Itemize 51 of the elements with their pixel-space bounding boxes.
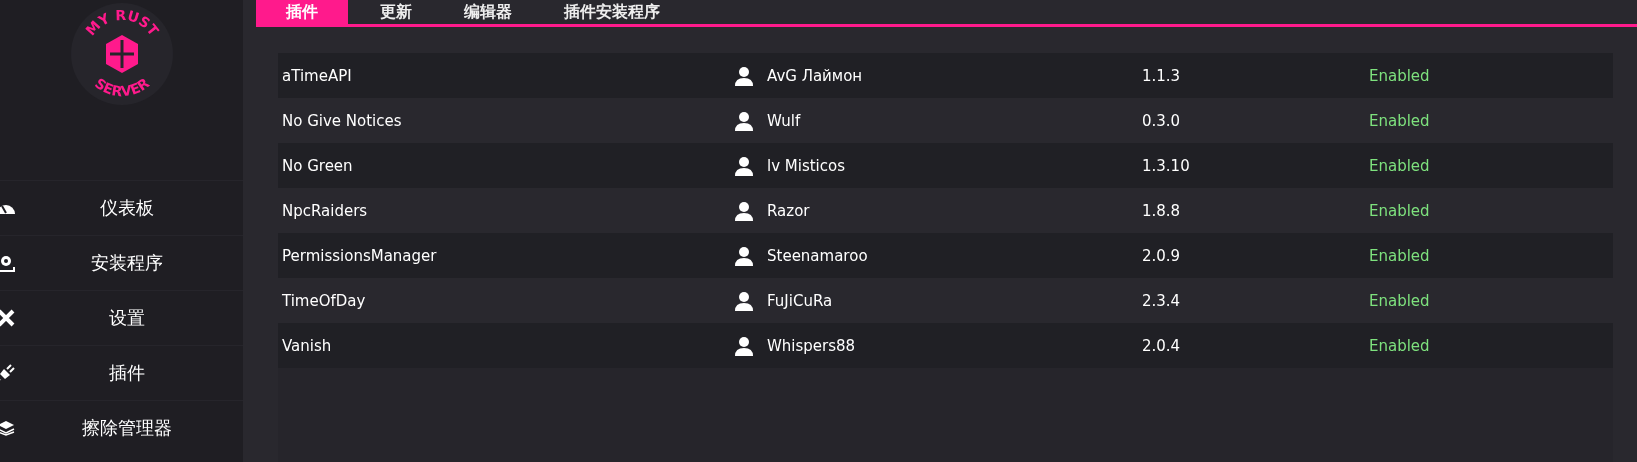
version-text: 2.0.4 <box>1142 336 1182 355</box>
version-text: 1.8.8 <box>1142 201 1182 220</box>
status-text: Enabled <box>1369 66 1430 85</box>
version-text: 2.0.9 <box>1142 246 1182 265</box>
user-icon <box>734 245 754 266</box>
sidebar-item[interactable]: 仪表板 <box>0 180 243 235</box>
plugin-name: aTimeAPI <box>281 66 353 85</box>
user-icon <box>734 200 754 221</box>
status-text: Enabled <box>1369 291 1430 310</box>
author-name: Razor <box>767 201 810 220</box>
sidebar-item[interactable]: 安装程序 <box>0 235 243 290</box>
plugin-name: NpcRaiders <box>281 201 369 220</box>
author-name: AvG Лаймон <box>767 66 863 85</box>
author-name: Whispers88 <box>767 336 856 355</box>
plugin-name: No Give Notices <box>281 111 403 130</box>
user-icon <box>734 155 754 176</box>
plugin-row[interactable]: Vanish Whispers88 2.0.4 Enabled <box>278 323 1613 368</box>
author-name: FuJiCuRa <box>767 291 833 310</box>
user-icon <box>734 110 754 131</box>
tools-icon <box>0 308 16 328</box>
plugin-name: Vanish <box>281 336 333 355</box>
author-name: lv Misticos <box>767 156 846 175</box>
plugin-row[interactable]: PermissionsManager Steenamaroo 2.0.9 Enabled <box>278 233 1613 278</box>
plugin-name: TimeOfDay <box>281 291 367 310</box>
sidebar-item[interactable]: 设置 <box>0 290 243 345</box>
version-text: 2.3.4 <box>1142 291 1182 310</box>
author-name: Steenamaroo <box>767 246 868 265</box>
user-icon <box>734 290 754 311</box>
tab[interactable]: 插件 <box>256 0 348 24</box>
plugin-name: PermissionsManager <box>281 246 438 265</box>
user-icon <box>734 65 754 86</box>
status-text: Enabled <box>1369 336 1430 355</box>
tab[interactable]: 编辑器 <box>444 0 532 24</box>
plugin-name: No Green <box>281 156 354 175</box>
plug-icon <box>0 363 16 383</box>
version-text: 0.3.0 <box>1142 111 1182 130</box>
layers-icon <box>0 420 16 436</box>
user-icon <box>734 335 754 356</box>
tab[interactable]: 更新 <box>360 0 432 24</box>
version-text: 1.3.10 <box>1142 156 1191 175</box>
status-text: Enabled <box>1369 201 1430 220</box>
plugin-row[interactable]: No Green lv Misticos 1.3.10 Enabled <box>278 143 1613 188</box>
status-text: Enabled <box>1369 246 1430 265</box>
sidebar-item[interactable]: 插件 <box>0 345 243 400</box>
version-text: 1.1.3 <box>1142 66 1182 85</box>
plugin-row[interactable]: aTimeAPI AvG Лаймон 1.1.3 Enabled <box>278 53 1613 98</box>
status-text: Enabled <box>1369 111 1430 130</box>
author-name: Wulf <box>767 111 801 130</box>
sidebar-item[interactable]: 擦除管理器 <box>0 400 243 455</box>
status-text: Enabled <box>1369 156 1430 175</box>
tab[interactable]: 插件安装程序 <box>544 0 680 24</box>
